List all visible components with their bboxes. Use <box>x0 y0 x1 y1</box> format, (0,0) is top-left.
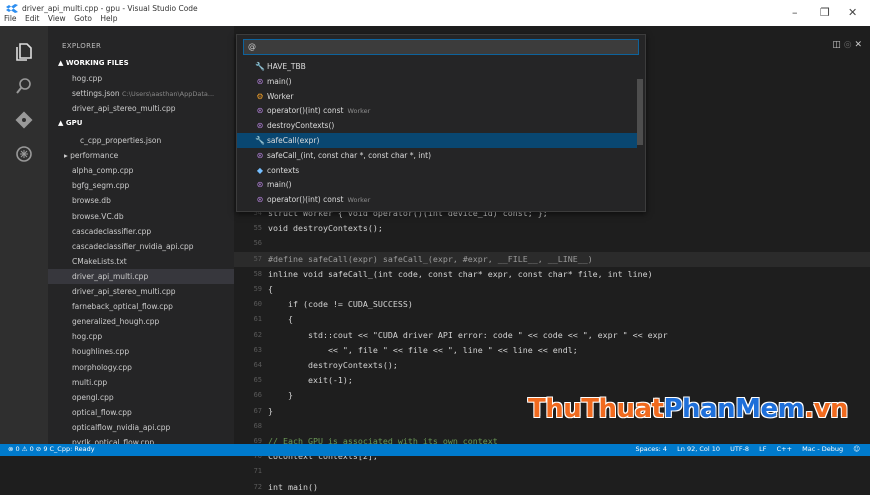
feedback-icon[interactable]: ☺ <box>853 445 860 453</box>
code-line[interactable]: 58 inline void safeCall_(int code, const … <box>234 267 870 282</box>
file-item[interactable]: bgfg_segm.cpp <box>48 178 234 193</box>
symbol-item[interactable]: ⊛ operator()(int) const Worker <box>237 103 637 118</box>
method-icon: ⊛ <box>256 76 264 86</box>
status-position[interactable]: Ln 92, Col 10 <box>677 445 720 453</box>
file-item[interactable]: driver_api_multi.cpp <box>48 268 234 284</box>
window-title: driver_api_multi.cpp - gpu - Visual Stud… <box>22 4 198 13</box>
code-line[interactable]: 71 <box>234 464 870 479</box>
working-file-item[interactable]: driver_api_stereo_multi.cpp <box>48 101 234 116</box>
file-item[interactable]: browse.VC.db <box>48 209 234 224</box>
file-item[interactable]: browse.db <box>48 193 234 208</box>
menu-bar: File Edit View Goto Help <box>4 14 124 23</box>
method-icon: ⊛ <box>256 150 264 160</box>
code-line[interactable]: 61 { <box>234 312 870 327</box>
class-icon: ⚙ <box>256 91 264 101</box>
symbol-item[interactable]: ⊛ destroyContexts() <box>237 118 637 133</box>
code-line[interactable]: 72 int main() <box>234 480 870 495</box>
method-icon: ⊛ <box>256 180 264 190</box>
method-icon: ⊛ <box>256 121 264 131</box>
file-item[interactable]: opticalflow_nvidia_api.cpp <box>48 420 234 435</box>
working-file-item[interactable]: hog.cpp <box>48 71 234 86</box>
menu-view[interactable]: View <box>48 14 66 23</box>
code-line[interactable]: 65 exit(-1); <box>234 373 870 388</box>
quick-open-input[interactable]: @ <box>243 39 639 55</box>
file-item[interactable]: multi.cpp <box>48 375 234 390</box>
minimize-icon[interactable]: – <box>792 6 798 19</box>
menu-file[interactable]: File <box>4 14 17 23</box>
file-item[interactable]: generalized_hough.cpp <box>48 314 234 329</box>
code-line[interactable]: 56 <box>234 236 870 251</box>
file-item[interactable]: cascadeclassifier_nvidia_api.cpp <box>48 239 234 254</box>
file-item[interactable]: farneback_optical_flow.cpp <box>48 299 234 314</box>
symbol-item[interactable]: ⚙ Worker <box>237 89 637 104</box>
status-config[interactable]: Mac - Debug <box>802 445 843 453</box>
method-icon: ⊛ <box>256 195 264 205</box>
working-file-item[interactable]: settings.json C:\Users\aasthan\AppData..… <box>48 86 234 101</box>
symbol-item[interactable]: ⊛ operator()(int) const Worker <box>237 192 637 207</box>
status-encoding[interactable]: UTF-8 <box>730 445 749 453</box>
code-line[interactable]: 62 std::cout << "CUDA driver API error: … <box>234 328 870 343</box>
explorer-header: EXPLORER <box>62 42 102 50</box>
file-item[interactable]: c_cpp_properties.json <box>48 133 234 148</box>
editor-actions: ◫ ◎ ✕ <box>832 40 862 50</box>
menu-goto[interactable]: Goto <box>74 14 92 23</box>
menu-help[interactable]: Help <box>100 14 117 23</box>
file-item[interactable]: hog.cpp <box>48 329 234 344</box>
status-bar: ⊗ 0 ⚠ 0 ⊘ 9 C_Cpp: Ready Spaces: 4 Ln 92… <box>0 444 870 456</box>
explorer-sidebar: EXPLORER ▲ WORKING FILES hog.cpp setting… <box>48 26 234 447</box>
title-bar: driver_api_multi.cpp - gpu - Visual Stud… <box>0 0 870 26</box>
maximize-icon[interactable]: ❐ <box>820 6 830 19</box>
activity-bar <box>0 26 48 444</box>
code-line[interactable]: 59{ <box>234 282 870 297</box>
split-editor-icon[interactable]: ◫ <box>832 40 841 50</box>
close-icon[interactable]: ✕ <box>848 6 857 19</box>
file-item[interactable]: alpha_comp.cpp <box>48 163 234 178</box>
file-item[interactable]: CMakeLists.txt <box>48 254 234 269</box>
files-icon[interactable] <box>14 42 34 62</box>
picker-scrollbar[interactable] <box>637 79 643 145</box>
code-line[interactable]: 64 destroyContexts(); <box>234 358 870 373</box>
field-icon: ◆ <box>256 165 264 175</box>
watermark-logo: ThuThuatPhanMem.vn <box>528 394 849 424</box>
file-item[interactable]: cascadeclassifier.cpp <box>48 224 234 239</box>
status-language[interactable]: C++ <box>777 445 792 453</box>
gpu-folder-section[interactable]: ▲ GPU <box>48 116 234 131</box>
quick-open-symbol-picker[interactable]: @ 🔧 HAVE_TBB ⊛ main() ⚙ Worker ⊛ operator()(int… <box>236 34 646 212</box>
file-item[interactable]: driver_api_stereo_multi.cpp <box>48 284 234 299</box>
symbol-item[interactable]: ⊛ main() <box>237 177 637 192</box>
wrench-icon: 🔧 <box>255 136 265 145</box>
file-item[interactable]: opengl.cpp <box>48 390 234 405</box>
debug-icon[interactable] <box>14 144 34 164</box>
method-icon: ⊛ <box>256 106 264 116</box>
symbol-item[interactable]: ⊛ main() <box>237 74 637 89</box>
git-icon[interactable] <box>14 110 34 130</box>
file-item[interactable]: houghlines.cpp <box>48 344 234 359</box>
symbol-item[interactable]: 🔧 safeCall(expr) <box>237 133 637 148</box>
symbol-item[interactable]: ◆ contexts <box>237 163 637 178</box>
status-eol[interactable]: LF <box>759 445 766 453</box>
code-line[interactable]: 57 #define safeCall(expr) safeCall_(expr,… <box>234 251 870 267</box>
close-editor-icon[interactable]: ✕ <box>854 40 862 50</box>
file-item[interactable]: optical_flow.cpp <box>48 405 234 420</box>
file-item[interactable]: morphology.cpp <box>48 360 234 375</box>
code-line[interactable]: 55 void destroyContexts(); <box>234 221 870 236</box>
status-right: Spaces: 4 Ln 92, Col 10 UTF-8 LF C++ Mac… <box>627 445 860 453</box>
status-left[interactable]: ⊗ 0 ⚠ 0 ⊘ 9 C_Cpp: Ready <box>8 445 95 453</box>
search-icon[interactable] <box>14 76 34 96</box>
working-files-section[interactable]: ▲ WORKING FILES <box>48 56 234 71</box>
code-line[interactable]: 60 if (code != CUDA_SUCCESS) <box>234 297 870 312</box>
file-item[interactable]: ▸ performance <box>48 148 234 163</box>
open-changes-icon[interactable]: ◎ <box>844 40 852 50</box>
wrench-icon: 🔧 <box>255 62 265 71</box>
menu-edit[interactable]: Edit <box>25 14 40 23</box>
status-indent[interactable]: Spaces: 4 <box>635 445 667 453</box>
vscode-logo-icon <box>6 4 18 13</box>
symbol-item[interactable]: ⊛ safeCall_(int, const char *, const char… <box>237 148 637 163</box>
code-line[interactable]: 63 << ", file " << file << ", line " << … <box>234 343 870 358</box>
symbol-item[interactable]: 🔧 HAVE_TBB <box>237 59 637 74</box>
